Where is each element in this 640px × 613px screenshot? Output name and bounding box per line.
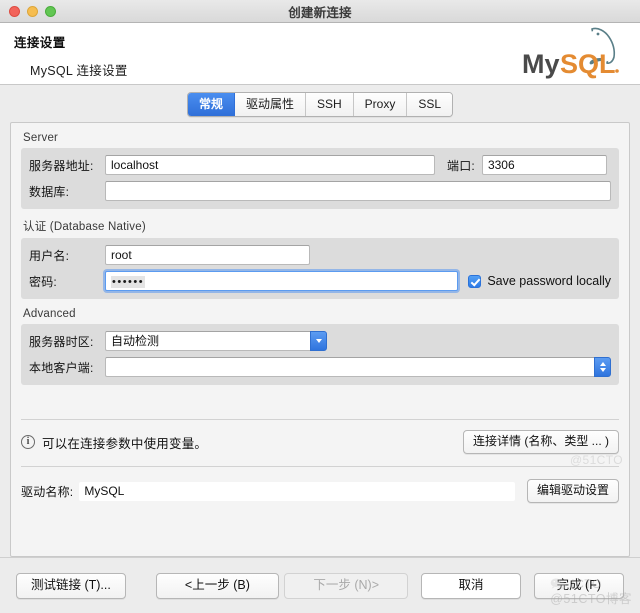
auth-group: 认证 (Database Native) 用户名: root 密码: •••••… xyxy=(21,215,619,299)
port-label: 端口: xyxy=(447,157,475,174)
timezone-select[interactable]: 自动检测 xyxy=(105,331,327,351)
driver-row: 驱动名称: MySQL 编辑驱动设置 xyxy=(21,479,619,503)
database-row: 数据库: xyxy=(29,181,611,201)
panel-divider-top xyxy=(21,419,619,420)
local-client-value[interactable] xyxy=(105,357,594,377)
local-client-select[interactable] xyxy=(105,357,611,377)
database-label: 数据库: xyxy=(29,183,105,200)
timezone-row: 服务器时区: 自动检测 xyxy=(29,331,611,351)
port-input[interactable]: 3306 xyxy=(482,155,607,175)
chevron-up-glyph xyxy=(600,362,606,366)
mysql-logo-icon: My SQL xyxy=(514,25,632,83)
connection-details-button[interactable]: 连接详情 (名称、类型 ... ) xyxy=(463,430,619,454)
chevron-down-icon[interactable] xyxy=(310,331,327,351)
create-connection-window: 创建新连接 连接设置 MySQL 连接设置 My SQL 常规 驱动属性 SSH… xyxy=(0,0,640,613)
username-input[interactable]: root xyxy=(105,245,310,265)
panel-divider-bottom xyxy=(21,466,619,467)
tab-proxy[interactable]: Proxy xyxy=(354,93,408,116)
auth-group-box: 用户名: root 密码: •••••• Save password local… xyxy=(21,238,619,299)
advanced-group-box: 服务器时区: 自动检测 本地客户端: xyxy=(21,324,619,385)
password-masked-value: •••••• xyxy=(111,276,145,288)
cancel-button[interactable]: 取消 xyxy=(421,573,520,599)
info-circle-icon: i xyxy=(21,435,35,449)
server-group-title: Server xyxy=(21,129,619,148)
host-input[interactable]: localhost xyxy=(105,155,435,175)
host-row: 服务器地址: localhost 端口: 3306 xyxy=(29,155,611,175)
database-input[interactable] xyxy=(105,181,611,201)
password-input[interactable]: •••••• xyxy=(105,271,458,291)
next-step-button: 下一步 (N)> xyxy=(284,573,408,599)
save-password-checkbox[interactable]: Save password locally xyxy=(468,274,611,288)
test-connection-button[interactable]: 测试链接 (T)... xyxy=(16,573,126,599)
save-password-label: Save password locally xyxy=(487,274,611,288)
info-row: i 可以在连接参数中使用变量。 连接详情 (名称、类型 ... ) xyxy=(21,430,619,454)
footer-bar: 测试链接 (T)... <上一步 (B) 下一步 (N)> 取消 完成 (F) xyxy=(0,557,640,613)
tab-ssh[interactable]: SSH xyxy=(306,93,354,116)
settings-panel: Server 服务器地址: localhost 端口: 3306 数据库: 认证… xyxy=(10,122,630,557)
checkmark-icon[interactable] xyxy=(468,275,481,288)
chevron-down-glyph xyxy=(600,368,606,372)
edit-driver-settings-button[interactable]: 编辑驱动设置 xyxy=(527,479,619,503)
finish-button[interactable]: 完成 (F) xyxy=(534,573,624,599)
advanced-group-title: Advanced xyxy=(21,305,619,324)
password-label: 密码: xyxy=(29,273,105,290)
timezone-label: 服务器时区: xyxy=(29,333,105,350)
local-client-row: 本地客户端: xyxy=(29,357,611,377)
window-title: 创建新连接 xyxy=(0,2,640,21)
username-row: 用户名: root xyxy=(29,245,611,265)
chevron-down-glyph xyxy=(316,339,322,343)
tab-general[interactable]: 常规 xyxy=(188,93,235,116)
tab-ssl[interactable]: SSL xyxy=(407,93,452,116)
tab-group: 常规 驱动属性 SSH Proxy SSL xyxy=(187,92,453,117)
driver-name-label: 驱动名称: xyxy=(21,483,73,500)
driver-name-input[interactable]: MySQL xyxy=(79,482,515,501)
previous-step-button[interactable]: <上一步 (B) xyxy=(156,573,279,599)
host-label: 服务器地址: xyxy=(29,157,105,174)
svg-text:SQL: SQL xyxy=(560,49,616,79)
title-bar: 创建新连接 xyxy=(0,0,640,23)
advanced-group: Advanced 服务器时区: 自动检测 本地客户端: xyxy=(21,305,619,385)
tab-driver-properties[interactable]: 驱动属性 xyxy=(235,93,306,116)
timezone-value[interactable]: 自动检测 xyxy=(105,331,310,351)
server-group-box: 服务器地址: localhost 端口: 3306 数据库: xyxy=(21,148,619,209)
local-client-label: 本地客户端: xyxy=(29,359,105,376)
auth-group-title: 认证 (Database Native) xyxy=(21,215,619,238)
stepper-icon[interactable] xyxy=(594,357,611,377)
password-row: 密码: •••••• Save password locally xyxy=(29,271,611,291)
username-label: 用户名: xyxy=(29,247,105,264)
tab-bar: 常规 驱动属性 SSH Proxy SSL xyxy=(0,85,640,117)
info-text: 可以在连接参数中使用变量。 xyxy=(42,433,207,452)
svg-text:My: My xyxy=(522,49,560,79)
server-group: Server 服务器地址: localhost 端口: 3306 数据库: xyxy=(21,129,619,209)
dialog-header: 连接设置 MySQL 连接设置 My SQL xyxy=(0,23,640,85)
